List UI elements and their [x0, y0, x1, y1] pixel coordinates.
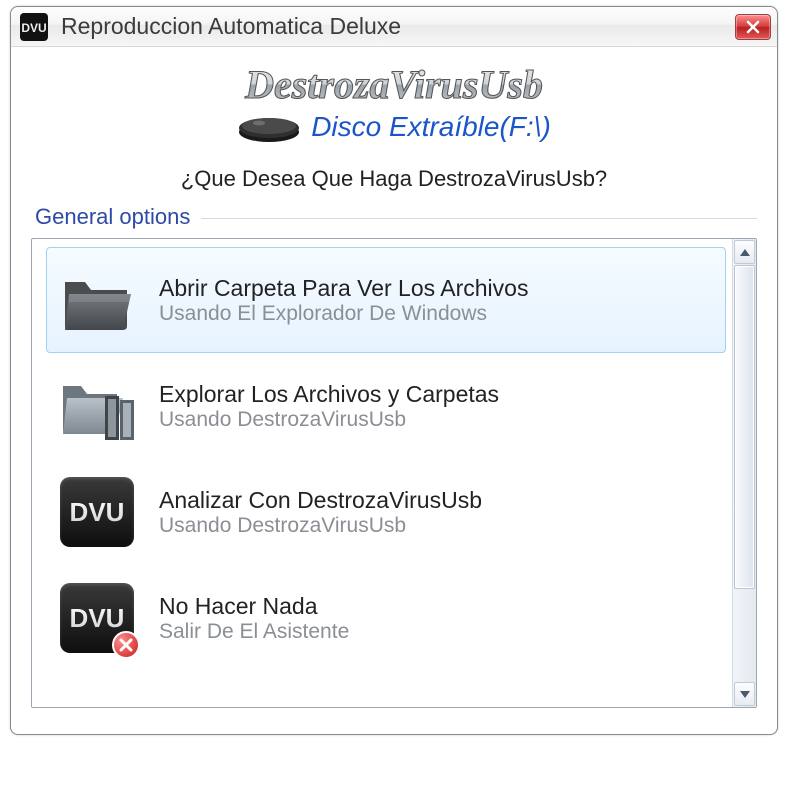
- option-explore-files[interactable]: Explorar Los Archivos y Carpetas Usando …: [46, 353, 726, 459]
- option-subtitle: Usando El Explorador De Windows: [159, 302, 528, 326]
- app-icon: DVU: [19, 12, 49, 42]
- option-do-nothing[interactable]: DVU No Hacer Nada Salir De El Asistent: [46, 565, 726, 671]
- option-title: Analizar Con DestrozaVirusUsb: [159, 487, 482, 514]
- external-drive-icon: [237, 110, 301, 144]
- option-text: Abrir Carpeta Para Ver Los Archivos Usan…: [159, 275, 528, 326]
- prompt-text: ¿Que Desea Que Haga DestrozaVirusUsb?: [31, 166, 757, 192]
- brand-header: DestrozaVirusUsb Disco Extraíble(F:\) ¿Q…: [31, 61, 757, 192]
- option-subtitle: Usando DestrozaVirusUsb: [159, 514, 482, 538]
- scroll-thumb[interactable]: [734, 265, 755, 589]
- dialog-window: DVU Reproduccion Automatica Deluxe Destr…: [10, 6, 778, 735]
- folder-stack-icon: [57, 366, 137, 446]
- brand-logo-text: DestrozaVirusUsb: [31, 61, 757, 108]
- disk-row: Disco Extraíble(F:\): [31, 110, 757, 144]
- scroll-up-button[interactable]: [734, 240, 755, 264]
- option-title: Abrir Carpeta Para Ver Los Archivos: [159, 275, 528, 302]
- dvu-app-icon: DVU: [57, 472, 137, 552]
- close-button[interactable]: [735, 14, 771, 40]
- option-analyze[interactable]: DVU Analizar Con DestrozaVirusUsb Usando…: [46, 459, 726, 565]
- group-label: General options: [31, 204, 190, 230]
- options-list: Abrir Carpeta Para Ver Los Archivos Usan…: [32, 239, 732, 707]
- option-text: Analizar Con DestrozaVirusUsb Usando Des…: [159, 487, 482, 538]
- svg-text:DVU: DVU: [21, 21, 46, 35]
- scrollbar[interactable]: [732, 239, 756, 707]
- chevron-up-icon: [740, 249, 750, 256]
- close-icon: [745, 20, 761, 34]
- options-listbox: Abrir Carpeta Para Ver Los Archivos Usan…: [31, 238, 757, 708]
- dvu-close-icon: DVU: [57, 578, 137, 658]
- option-title: No Hacer Nada: [159, 593, 349, 620]
- option-open-folder[interactable]: Abrir Carpeta Para Ver Los Archivos Usan…: [46, 247, 726, 353]
- folder-dark-icon: [57, 260, 137, 340]
- option-text: Explorar Los Archivos y Carpetas Usando …: [159, 381, 499, 432]
- cancel-badge-icon: [112, 631, 140, 659]
- option-title: Explorar Los Archivos y Carpetas: [159, 381, 499, 408]
- dialog-content: DestrozaVirusUsb Disco Extraíble(F:\) ¿Q…: [11, 47, 777, 734]
- general-options-group: General options: [31, 204, 757, 708]
- window-title: Reproduccion Automatica Deluxe: [61, 13, 735, 40]
- scroll-track[interactable]: [733, 265, 756, 681]
- chevron-down-icon: [740, 691, 750, 698]
- titlebar[interactable]: DVU Reproduccion Automatica Deluxe: [11, 7, 777, 47]
- option-text: No Hacer Nada Salir De El Asistente: [159, 593, 349, 644]
- group-divider: [201, 218, 757, 219]
- option-subtitle: Salir De El Asistente: [159, 620, 349, 644]
- scroll-down-button[interactable]: [734, 682, 755, 706]
- option-subtitle: Usando DestrozaVirusUsb: [159, 408, 499, 432]
- disk-label: Disco Extraíble(F:\): [311, 111, 551, 143]
